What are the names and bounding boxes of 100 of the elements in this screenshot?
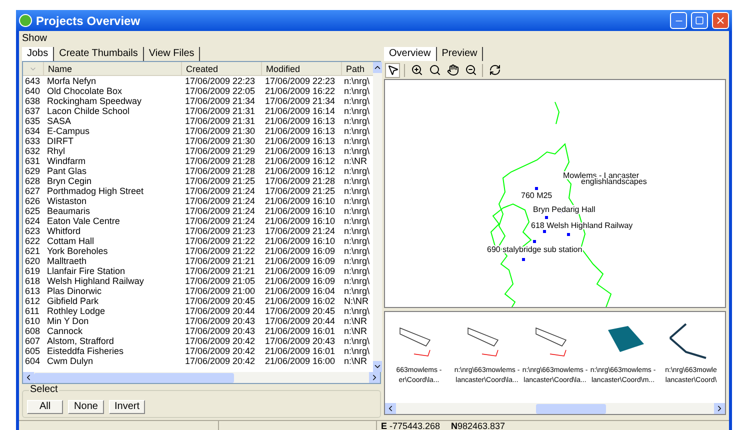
table-cell-text: 608 xyxy=(24,326,42,336)
table-row[interactable]: 604 Cwm Dulyn 17/06/2009 20:42 21/06/2009 16:00 n:\NR xyxy=(23,356,373,366)
table-cell-text: 17/06/2009 20:43 xyxy=(184,326,256,336)
column-header[interactable]: Modified xyxy=(261,62,341,75)
table-row[interactable]: 633 DIRFT 17/06/2009 21:30 21/06/2009 16:13 n:\nrg\ xyxy=(23,136,373,146)
table-row[interactable]: 629 Pant Glas 17/06/2009 21:28 21/06/2009 16:12 n:\nrg\ xyxy=(23,166,373,176)
table-cell-text: 17/06/2009 21:25 xyxy=(184,176,256,186)
maximize-button[interactable] xyxy=(691,12,708,29)
table-cell-text: Bryn Cegin xyxy=(46,176,93,186)
table-row[interactable]: 620 Malltraeth 17/06/2009 21:21 21/06/2009 16:09 n:\nrg\ xyxy=(23,256,373,266)
table-row[interactable]: 634 E-Campus 17/06/2009 21:30 21/06/2009 16:13 n:\nrg\ xyxy=(23,126,373,136)
table-row[interactable]: 613 Plas Dinorwic 17/06/2009 21:00 21/06/2009 16:04 n:\nrg\ xyxy=(23,286,373,296)
table-cell-text: 17/06/2009 21:24 xyxy=(184,216,256,226)
table-row[interactable]: 631 Windfarm 17/06/2009 21:28 21/06/2009 16:12 n:\NR xyxy=(23,156,373,166)
table-row[interactable]: 611 Rothley Lodge 17/06/2009 20:44 17/06/2009 20:45 n:\nrg\ xyxy=(23,306,373,316)
table-cell-text: 622 xyxy=(24,236,42,246)
table-cell-text: n:\nrg\ xyxy=(343,206,371,216)
table-cell-text: 17/06/2009 21:28 xyxy=(184,166,256,176)
horizontal-scrollbar[interactable] xyxy=(385,403,725,414)
table-cell-text: 21/06/2009 16:01 xyxy=(264,346,336,356)
table-row[interactable]: 622 Cottam Hall 17/06/2009 21:22 21/06/2009 16:10 n:\nrg\ xyxy=(23,236,373,246)
refresh-icon xyxy=(488,64,500,76)
table-row[interactable]: 625 Beaumaris 17/06/2009 21:24 21/06/2009 16:10 n:\nrg\ xyxy=(23,206,373,216)
table-cell-text: n:\nrg\ xyxy=(343,306,371,316)
column-header[interactable]: Created xyxy=(181,62,261,75)
vertical-scrollbar[interactable] xyxy=(373,62,382,372)
tab[interactable]: Jobs xyxy=(22,47,54,61)
table-cell-text: 624 xyxy=(24,216,42,226)
table-cell-text: 17/06/2009 21:23 xyxy=(184,226,256,236)
table-cell-text: Plas Dinorwic xyxy=(46,286,103,296)
table-cell-text: 21/06/2009 16:10 xyxy=(264,236,336,246)
table-cell-text: 619 xyxy=(24,266,42,276)
table-cell-text: 626 xyxy=(24,196,42,206)
table-cell-text: 628 xyxy=(24,176,42,186)
table-row[interactable]: 610 Min Y Don 17/06/2009 20:43 17/06/2009 20:44 n:\NR xyxy=(23,316,373,326)
table-cell-text: Old Chocolate Box xyxy=(46,86,124,96)
table-cell-text: 618 xyxy=(24,276,42,286)
table-row[interactable]: 643 Morfa Nefyn 17/06/2009 22:23 17/06/2009 22:23 n:\nrg\ xyxy=(23,76,373,86)
zoom-in-tool[interactable] xyxy=(409,62,424,78)
table-cell-text: 634 xyxy=(24,126,42,136)
zoom-out-tool[interactable] xyxy=(463,62,478,78)
table-row[interactable]: 640 Old Chocolate Box 17/06/2009 22:05 21/06/2009 16:22 n:\nrg\ xyxy=(23,86,373,96)
table-cell-text: n:\nrg\ xyxy=(343,346,371,356)
table-cell-text: 17/06/2009 20:43 xyxy=(184,316,256,326)
table-cell-text: Rockingham Speedway xyxy=(46,96,143,106)
table-cell-text: Porthmadog High Street xyxy=(46,186,145,196)
table-row[interactable]: 626 Wistaston 17/06/2009 21:24 21/06/2009 16:10 n:\nrg\ xyxy=(23,196,373,206)
scroll-thumb[interactable] xyxy=(34,372,234,382)
table-cell-text: 17/06/2009 22:05 xyxy=(184,86,256,96)
refresh-tool[interactable] xyxy=(487,62,502,78)
table-cell-text: 17/06/2009 22:23 xyxy=(264,76,336,86)
table-cell-text: 17/06/2009 22:23 xyxy=(184,76,256,86)
table-row[interactable]: 618 Welsh Highland Railway 17/06/2009 21:05 21/06/2009 16:09 n:\nrg\ xyxy=(23,276,373,286)
horizontal-scrollbar[interactable] xyxy=(23,372,380,383)
window-title: Projects Overview xyxy=(36,12,140,30)
table-row[interactable]: 638 Rockingham Speedway 17/06/2009 21:34 17/06/2009 21:34 n:\nrg\ xyxy=(23,96,373,106)
minimize-button[interactable] xyxy=(670,12,687,29)
table-cell-text: 640 xyxy=(24,86,42,96)
table-cell-text: DIRFT xyxy=(46,136,74,146)
table-cell-text: Eisteddfa Fisheries xyxy=(46,346,125,356)
menu-item[interactable]: Show xyxy=(22,30,48,46)
table-row[interactable]: 628 Bryn Cegin 17/06/2009 21:25 17/06/2009 21:28 n:\nrg\ xyxy=(23,176,373,186)
table-cell-text: n:\nrg\ xyxy=(343,166,371,176)
pointer-tool[interactable] xyxy=(385,62,400,78)
close-button[interactable] xyxy=(712,12,729,29)
table-cell-text: Whitford xyxy=(46,226,82,236)
table-row[interactable]: 607 Alstom, Strafford 17/06/2009 20:42 17/06/2009 20:43 n:\nrg\ xyxy=(23,336,373,346)
table-cell-text: 21/06/2009 16:10 xyxy=(264,216,336,226)
table-cell-text: n:\NR xyxy=(343,316,368,326)
table-row[interactable]: 612 Gibfield Park 17/06/2009 20:45 21/06/2009 16:02 N:\NR xyxy=(23,296,373,306)
table-cell-text: 611 xyxy=(24,306,40,316)
table-cell-text: 17/06/2009 21:05 xyxy=(184,276,256,286)
scroll-thumb[interactable] xyxy=(536,404,606,414)
table-row[interactable]: 627 Porthmadog High Street 17/06/2009 21:24 17/06/2009 21:25 n:\nrg\ xyxy=(23,186,373,196)
hand-tool[interactable] xyxy=(445,62,460,78)
table-cell-text: 17/06/2009 20:42 xyxy=(184,336,256,346)
table-row[interactable]: 624 Eaton Vale Centre 17/06/2009 21:24 21/06/2009 16:10 n:\nrg\ xyxy=(23,216,373,226)
select-button[interactable]: None xyxy=(68,400,104,414)
table-row[interactable]: 619 Llanfair Fire Station 17/06/2009 21:21 21/06/2009 16:09 n:\nrg\ xyxy=(23,266,373,276)
magnifier-tool[interactable] xyxy=(427,62,442,78)
table-cell-text: 612 xyxy=(24,296,42,306)
table-row[interactable]: 637 Lacon Childe School 17/06/2009 21:31 21/06/2009 16:14 n:\nrg\ xyxy=(23,106,373,116)
table-row[interactable]: 623 Whitford 17/06/2009 21:23 17/06/2009 21:24 n:\nrg\ xyxy=(23,226,373,236)
table-row[interactable]: 635 SASA 17/06/2009 21:31 21/06/2009 16:13 n:\nrg\ xyxy=(23,116,373,126)
table-cell-text: 21/06/2009 16:09 xyxy=(264,246,336,256)
table-cell-text: n:\nrg\ xyxy=(343,106,371,116)
table-cell-text: 17/06/2009 21:24 xyxy=(184,186,256,196)
table-cell-text: 21/06/2009 16:01 xyxy=(264,326,336,336)
column-header[interactable]: Name xyxy=(43,62,181,75)
table-row[interactable]: 608 Cannock 17/06/2009 20:43 21/06/2009 16:01 n:\NR xyxy=(23,326,373,336)
table-row[interactable]: 605 Eisteddfa Fisheries 17/06/2009 20:42 21/06/2009 16:01 n:\nrg\ xyxy=(23,346,373,356)
table-cell-text: Alstom, Strafford xyxy=(46,336,115,346)
close-icon xyxy=(715,15,726,26)
tab[interactable]: Overview xyxy=(384,47,437,61)
table-cell-text: 21/06/2009 16:00 xyxy=(264,356,336,366)
select-button[interactable]: All xyxy=(27,400,63,414)
select-button[interactable]: Invert xyxy=(109,400,145,414)
table-row[interactable]: 621 York Boreholes 17/06/2009 21:22 21/06/2009 16:09 n:\nrg\ xyxy=(23,246,373,256)
table-row[interactable]: 632 Rhyl 17/06/2009 21:29 21/06/2009 16:13 n:\nrg\ xyxy=(23,146,373,156)
table-cell-text: Cottam Hall xyxy=(46,236,96,246)
